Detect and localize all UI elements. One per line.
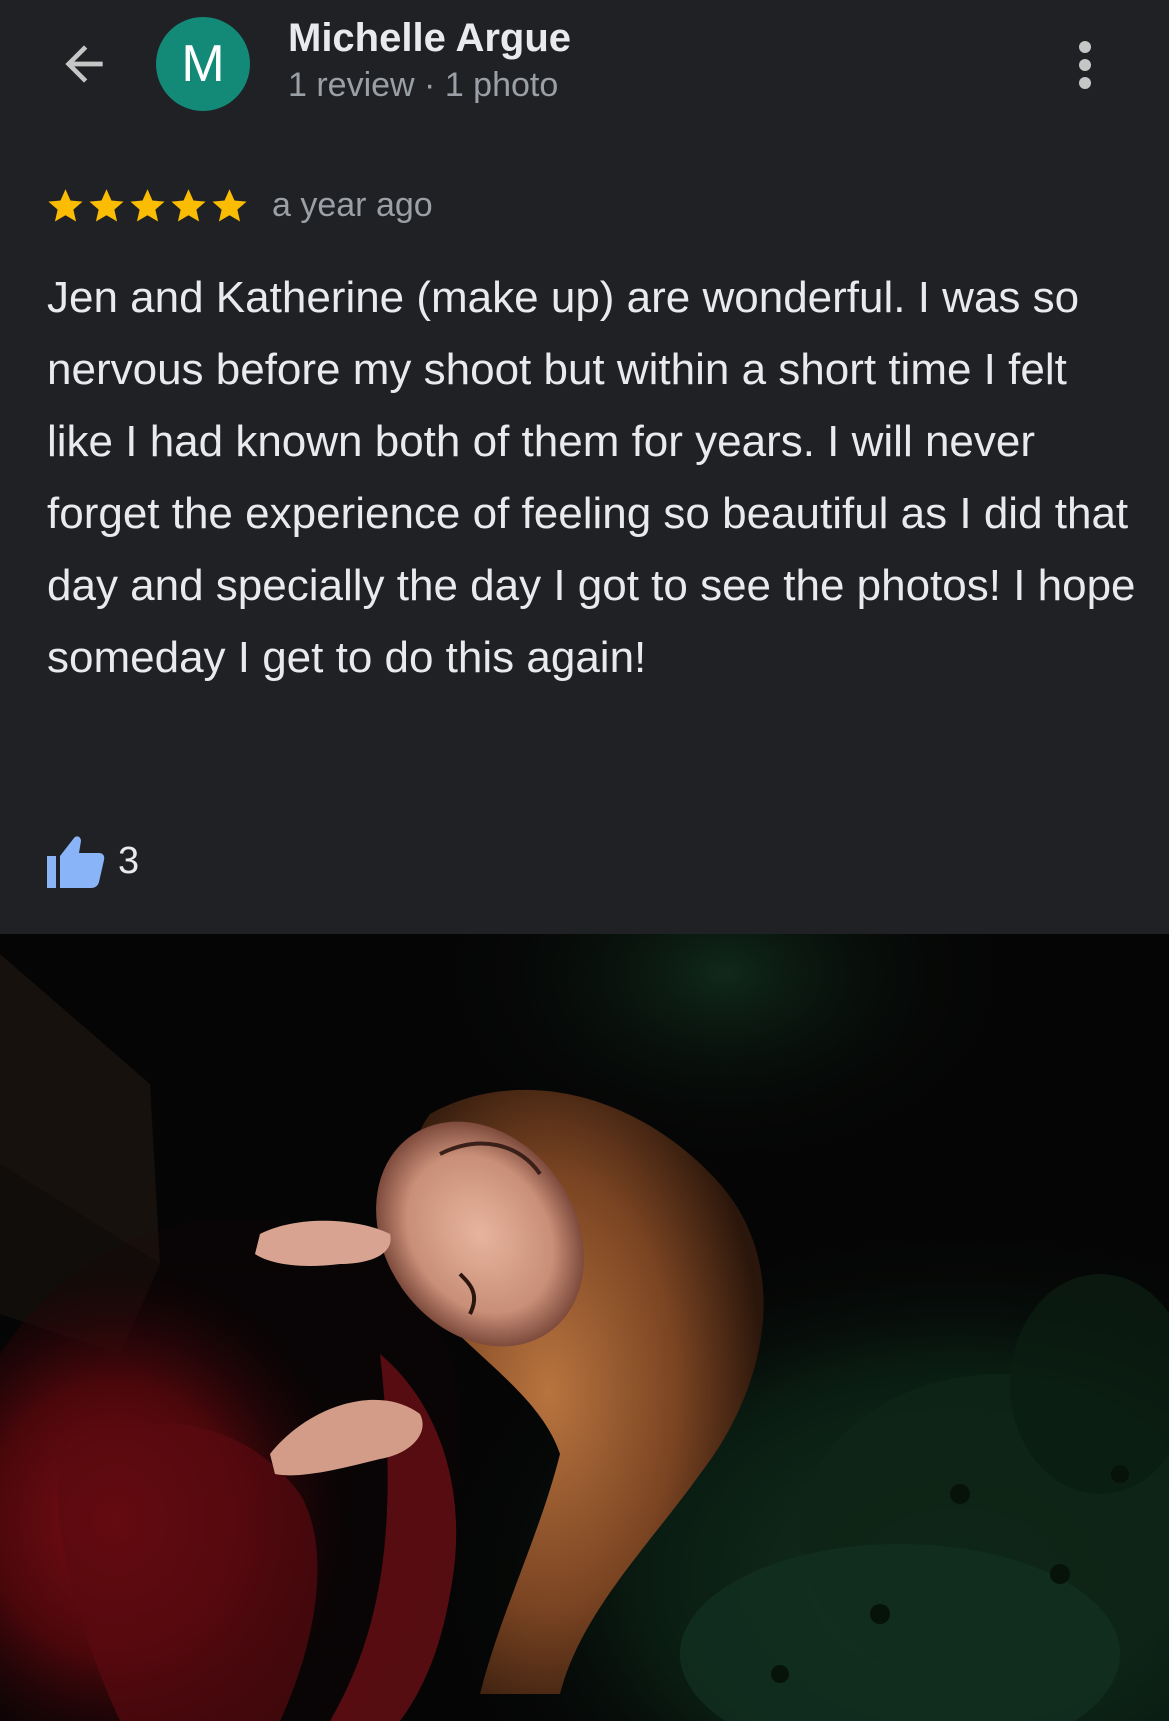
- star-icon: [86, 185, 127, 226]
- review-page: M Michelle Argue 1 review · 1 photo a ye…: [0, 0, 1169, 1721]
- star-rating: [45, 185, 250, 226]
- avatar[interactable]: M: [156, 17, 250, 111]
- arrow-left-icon: [65, 45, 103, 83]
- back-button[interactable]: [48, 28, 120, 100]
- thumbs-up-icon: [47, 836, 105, 888]
- star-icon: [127, 185, 168, 226]
- star-icon: [168, 185, 209, 226]
- reviewer-name[interactable]: Michelle Argue: [288, 16, 571, 61]
- avatar-letter: M: [181, 35, 225, 93]
- star-icon: [45, 185, 86, 226]
- review-header: M Michelle Argue 1 review · 1 photo: [0, 0, 1169, 130]
- review-text: Jen and Katherine (make up) are wonderfu…: [47, 273, 1136, 682]
- review-photo-image: [0, 934, 1169, 1721]
- review-photo[interactable]: [0, 934, 1169, 1721]
- star-icon: [209, 185, 250, 226]
- rating-row: a year ago: [45, 180, 433, 230]
- like-button[interactable]: [46, 833, 106, 889]
- like-row: 3: [46, 830, 139, 892]
- more-vert-icon: [1079, 41, 1091, 89]
- review-time: a year ago: [272, 185, 433, 224]
- like-count: 3: [118, 839, 140, 882]
- more-options-button[interactable]: [1055, 30, 1115, 100]
- reviewer-meta: 1 review · 1 photo: [288, 66, 559, 104]
